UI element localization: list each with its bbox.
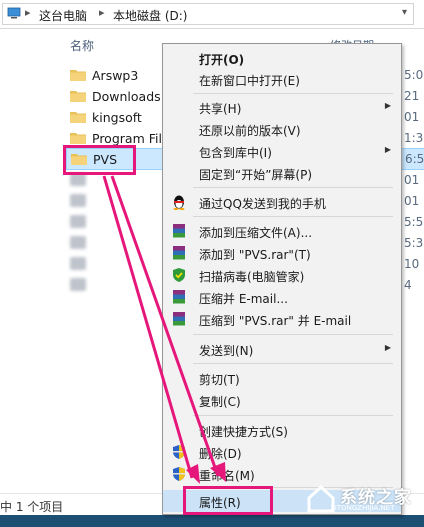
file-date: 01 <box>404 110 420 124</box>
menu-item-copy[interactable]: 复制(C) <box>163 389 401 411</box>
menu-separator <box>193 93 393 94</box>
submenu-arrow-icon: ▶ <box>384 101 391 110</box>
properties-highlight-box <box>183 486 273 515</box>
file-date: 01 <box>404 173 420 187</box>
winrar-icon <box>173 246 185 260</box>
menu-item-add-to-rar[interactable]: 添加到 "PVS.rar"(T) <box>163 242 401 264</box>
file-name: kingsoft <box>92 110 142 125</box>
taskbar <box>0 515 424 527</box>
file-icon <box>70 194 86 207</box>
selection-count: 中 1 个项目 <box>0 500 64 514</box>
file-icon <box>70 257 86 270</box>
watermark-subtitle: XITONGZHIJIA.NET <box>330 504 395 512</box>
submenu-arrow-icon: ▶ <box>384 343 391 352</box>
menu-item-create-shortcut[interactable]: 创建快捷方式(S) <box>163 419 401 441</box>
menu-item-qq-send[interactable]: 通过QQ发送到我的手机 <box>163 191 401 213</box>
file-icon <box>70 236 86 249</box>
uac-shield-icon <box>173 467 185 481</box>
menu-item-delete[interactable]: 删除(D) <box>163 441 401 463</box>
file-date: 1:3 <box>404 131 424 145</box>
menu-separator <box>193 363 393 364</box>
breadcrumb-local-disk[interactable]: 本地磁盘 (D:) <box>113 7 187 24</box>
uac-shield-icon <box>173 445 185 459</box>
menu-separator <box>193 187 393 188</box>
breadcrumb-separator: ▸ <box>99 6 105 19</box>
watermark-logo: 系统之家 XITONGZHIJIA.NET <box>300 482 424 516</box>
file-date: 01 <box>404 194 420 208</box>
file-date: 5:3 <box>404 236 424 250</box>
menu-item-include-library[interactable]: 包含到库中(I) ▶ <box>163 140 401 162</box>
menu-item-open[interactable]: 打开(O) <box>163 47 401 69</box>
menu-item-open-new-window[interactable]: 在新窗口中打开(E) <box>163 68 401 90</box>
winrar-icon <box>173 290 185 304</box>
menu-item-send-to[interactable]: 发送到(N) ▶ <box>163 338 401 360</box>
address-path-box[interactable]: ▸ 这台电脑 ▸ 本地磁盘 (D:) ▾ <box>2 3 414 25</box>
shield-icon <box>173 268 185 282</box>
menu-item-compress-email[interactable]: 压缩并 E-mail... <box>163 286 401 308</box>
winrar-icon <box>173 224 185 238</box>
menu-item-scan-virus[interactable]: 扫描病毒(电脑管家) <box>163 264 401 286</box>
file-icon <box>70 215 86 228</box>
submenu-arrow-icon: ▶ <box>384 145 391 154</box>
file-name: Downloads <box>92 89 161 104</box>
file-date: 4 <box>404 278 412 292</box>
file-date: 21 <box>404 89 420 103</box>
column-header-name[interactable]: 名称 <box>70 37 94 54</box>
folder-icon <box>70 112 86 123</box>
menu-item-restore-versions[interactable]: 还原以前的版本(V) <box>163 118 401 140</box>
file-icon <box>70 278 86 291</box>
file-date: 5:01 <box>404 68 424 82</box>
folder-icon <box>70 70 86 81</box>
menu-item-add-archive[interactable]: 添加到压缩文件(A)... <box>163 220 401 242</box>
menu-item-pin-start[interactable]: 固定到“开始”屏幕(P) <box>163 162 401 184</box>
folder-icon <box>70 133 86 144</box>
breadcrumb-separator: ▸ <box>25 6 31 19</box>
chevron-down-icon[interactable]: ▾ <box>402 7 407 18</box>
menu-separator <box>193 415 393 416</box>
winrar-icon <box>173 312 185 326</box>
qq-penguin-icon <box>173 195 185 210</box>
pvs-highlight-box <box>63 145 136 175</box>
folder-icon <box>70 91 86 102</box>
menu-separator <box>193 334 393 335</box>
address-bar: ▸ 这台电脑 ▸ 本地磁盘 (D:) ▾ <box>0 0 424 29</box>
file-date: 5:5 <box>404 215 424 229</box>
menu-separator <box>193 216 393 217</box>
menu-item-share[interactable]: 共享(H) ▶ <box>163 96 401 118</box>
context-menu: 打开(O) 在新窗口中打开(E) 共享(H) ▶ 还原以前的版本(V) 包含到库… <box>162 43 402 515</box>
computer-icon <box>7 7 21 19</box>
file-date: 10 <box>404 257 420 271</box>
breadcrumb-this-pc[interactable]: 这台电脑 <box>39 7 87 24</box>
menu-item-cut[interactable]: 剪切(T) <box>163 367 401 389</box>
menu-item-compress-rar-email[interactable]: 压缩到 "PVS.rar" 并 E-mail <box>163 308 401 330</box>
file-name: Arswp3 <box>92 68 139 83</box>
file-date: 6:51 <box>405 152 424 166</box>
